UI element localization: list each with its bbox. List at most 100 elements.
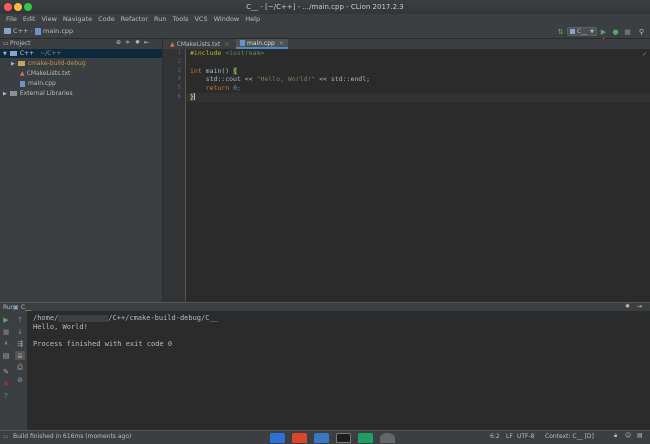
collapse-icon[interactable]: ≑ xyxy=(125,39,130,46)
clion-app-icon[interactable] xyxy=(358,433,373,443)
arrow-up-icon[interactable]: ↑ xyxy=(15,315,25,324)
restore-layout-icon[interactable]: ▤ xyxy=(1,351,11,360)
lock-icon[interactable]: 🔒︎ xyxy=(614,432,617,440)
tree-item-label: cmake-build-debug xyxy=(27,60,86,67)
chevron-down-icon: ▼ xyxy=(3,50,7,57)
project-tree: ▼ C++ ~/C++ ▶ cmake-build-debug ▲ CMakeL… xyxy=(0,49,163,302)
status-message[interactable]: Build finished in 616ms (moments ago) xyxy=(13,433,131,440)
run-panel-config[interactable]: C__ xyxy=(21,304,31,311)
run-icon[interactable]: ▶ xyxy=(599,27,608,36)
chevron-right-icon: ▶ xyxy=(3,90,7,97)
search-icon[interactable]: ⚲ xyxy=(637,27,646,36)
arrow-down-icon[interactable]: ↓ xyxy=(15,327,25,336)
tree-item-build-dir[interactable]: ▶ cmake-build-debug xyxy=(0,59,162,68)
file-encoding[interactable]: UTF-8 xyxy=(517,433,535,440)
hide-icon[interactable]: ⇥ xyxy=(637,303,642,310)
editor-app-icon[interactable] xyxy=(314,433,329,443)
finder-app-icon[interactable] xyxy=(270,433,285,443)
menu-help[interactable]: Help xyxy=(242,15,263,23)
cpp-file-icon xyxy=(20,80,25,87)
tree-item-cmakelists[interactable]: ▲ CMakeLists.txt xyxy=(0,69,162,78)
scroll-to-end-icon[interactable]: ⇊ xyxy=(15,351,25,360)
line-number: 1 xyxy=(177,49,181,56)
chevron-right-icon: › xyxy=(30,27,34,35)
close-icon[interactable]: ✕ xyxy=(1,379,11,388)
include-target: <iostream> xyxy=(225,49,265,57)
cmake-icon: ▣ xyxy=(13,304,19,311)
pin-icon[interactable]: ✎ xyxy=(1,367,11,376)
endl-expression: << std::endl; xyxy=(315,75,371,84)
console-output-line: Hello, World! xyxy=(33,323,88,331)
line-separator[interactable]: LF xyxy=(506,433,513,440)
tab-cmakelists[interactable]: ▲ CMakeLists.txt × xyxy=(166,39,233,49)
event-log-icon[interactable]: ▤ xyxy=(637,432,643,439)
menu-run[interactable]: Run xyxy=(151,15,169,23)
code-editor[interactable]: #include <iostream> int main() { std::co… xyxy=(186,49,650,302)
close-icon[interactable]: × xyxy=(279,40,284,47)
redacted-username xyxy=(58,314,109,322)
clear-all-icon[interactable]: ⊘ xyxy=(15,375,25,384)
menu-edit[interactable]: Edit xyxy=(20,15,39,23)
tree-item-label: C++ xyxy=(19,50,35,57)
code-line-6: } xyxy=(186,92,650,102)
menu-navigate[interactable]: Navigate xyxy=(60,15,95,23)
breadcrumb-project[interactable]: C++ xyxy=(13,27,28,35)
debug-icon[interactable]: ● xyxy=(611,27,620,36)
inspection-ok-icon: ✓ xyxy=(642,50,647,58)
menu-refactor[interactable]: Refactor xyxy=(118,15,151,23)
folder-icon xyxy=(17,61,25,66)
semicolon: ; xyxy=(236,84,241,93)
rerun-icon[interactable]: ▶ xyxy=(1,315,11,324)
context-indicator[interactable]: Context: C__ [D] xyxy=(545,433,594,440)
menu-bar: File Edit View Navigate Code Refactor Run Tools… xyxy=(0,14,650,25)
caret-position[interactable]: 6:2 xyxy=(490,433,500,440)
terminal-app-icon[interactable] xyxy=(336,433,351,443)
menu-code[interactable]: Code xyxy=(95,15,118,23)
gear-icon[interactable]: ✹ xyxy=(625,303,630,310)
tab-main-cpp[interactable]: main.cpp × xyxy=(236,39,288,49)
tree-item-external-libraries[interactable]: ▶ External Libraries xyxy=(0,89,162,98)
tree-item-main-cpp[interactable]: main.cpp xyxy=(0,79,162,88)
text-cursor xyxy=(193,93,195,101)
run-toolbar-primary: ▶ ■ ⏸ ▤ ✎ ✕ ? xyxy=(0,311,13,430)
stop-icon[interactable]: ■ xyxy=(1,327,11,336)
tree-item-label: main.cpp xyxy=(28,80,56,87)
run-console[interactable]: /home/ /C++/cmake-build-debug/C__ Hello, … xyxy=(28,311,650,430)
print-icon[interactable]: ⎙ xyxy=(15,363,25,372)
status-toggle-icon[interactable]: ▭ xyxy=(3,433,9,440)
inspector-icon[interactable]: ☺ xyxy=(625,432,631,439)
soft-wrap-icon[interactable]: ⇶ xyxy=(15,339,25,348)
menu-view[interactable]: View xyxy=(38,15,59,23)
line-number: 5 xyxy=(177,84,181,92)
tree-item-label: External Libraries xyxy=(19,90,73,97)
run-configuration-select[interactable]: C__ ▼ xyxy=(567,27,597,36)
menu-vcs[interactable]: VCS xyxy=(191,15,210,23)
pause-icon[interactable]: ⏸ xyxy=(1,339,11,348)
menu-window[interactable]: Window xyxy=(211,15,243,23)
navigation-bar: C++ › main.cpp ⇅ C__ ▼ ▶ ● ■ ⚲ xyxy=(0,25,650,39)
breadcrumb-file[interactable]: main.cpp xyxy=(43,27,73,35)
tree-item-root[interactable]: ▼ C++ ~/C++ xyxy=(0,49,162,58)
title-bar: C__ - [~/C++] - .../main.cpp - CLion 201… xyxy=(0,0,650,15)
stop-icon[interactable]: ■ xyxy=(623,27,632,36)
code-line-4: std::cout << "Hello, World!" << std::end… xyxy=(186,75,650,84)
preprocessor-keyword: #include xyxy=(190,49,222,57)
sync-icon[interactable]: ⊕ xyxy=(116,39,121,46)
hide-icon[interactable]: ⇤ xyxy=(144,39,149,46)
browser-app-icon[interactable] xyxy=(292,433,307,443)
code-line-3: int main() { xyxy=(186,66,650,76)
console-path-prefix: /home/ xyxy=(33,314,59,322)
menu-tools[interactable]: Tools xyxy=(169,15,191,23)
open-brace: { xyxy=(233,66,237,75)
project-panel-icon: ▭ xyxy=(3,40,9,47)
help-icon[interactable]: ? xyxy=(1,391,11,400)
disk-app-icon[interactable] xyxy=(380,433,395,443)
gear-icon[interactable]: ✹ xyxy=(135,39,140,46)
project-panel-title[interactable]: Project xyxy=(10,40,31,47)
close-icon[interactable]: × xyxy=(224,41,229,48)
breadcrumb[interactable]: C++ › main.cpp xyxy=(4,27,73,35)
menu-file[interactable]: File xyxy=(3,15,20,23)
run-configuration-label: C__ xyxy=(577,28,588,35)
build-icon[interactable]: ⇅ xyxy=(556,27,565,36)
